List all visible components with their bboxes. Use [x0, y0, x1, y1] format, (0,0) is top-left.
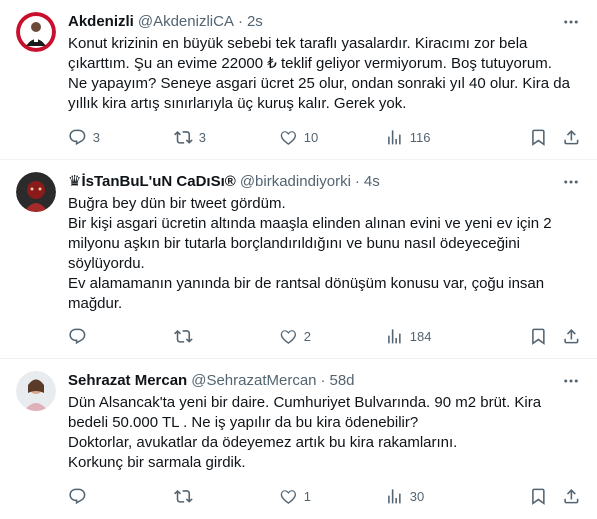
tweet-text-line: yıllık kira artış sınırlarıyla üç kuruş …	[68, 95, 407, 112]
separator-dot: ·	[354, 173, 360, 190]
user-handle[interactable]: @birkadindiyorki	[240, 172, 351, 192]
views-icon	[388, 328, 401, 344]
display-name[interactable]: Sehrazat Mercan	[68, 371, 187, 391]
tweet-actions: 3 3 10 116	[68, 127, 581, 147]
tweet-text-line: bedeli 50.000 TL . Ne iş yapılır da bu k…	[68, 414, 419, 431]
tweet[interactable]: ♛İsTanBuL'uN CaDıSı® @birkadindiyorki · …	[0, 160, 597, 359]
views-button[interactable]: 184	[385, 327, 431, 346]
bookmark-icon	[532, 328, 545, 345]
view-count: 184	[409, 328, 432, 344]
avatar[interactable]	[16, 172, 56, 212]
share-button[interactable]	[562, 128, 581, 147]
separator-dot: ·	[237, 13, 243, 30]
user-handle[interactable]: @SehrazatMercan	[191, 371, 316, 391]
tweet-text-line: milyonu aşkın bir tutarla borçlandırıldı…	[68, 235, 520, 252]
timestamp[interactable]: 4s	[364, 172, 380, 192]
retweet-button[interactable]: 3	[174, 128, 206, 147]
tweet-text-line: söylüyordu.	[68, 255, 145, 272]
reply-count: 3	[92, 129, 100, 145]
more-options-button[interactable]	[561, 172, 581, 192]
tweet-text-line: Konut krizinin en büyük sebebi tek taraf…	[68, 35, 528, 52]
like-icon	[280, 130, 296, 145]
share-icon	[564, 328, 579, 344]
share-button[interactable]	[562, 327, 581, 346]
bookmark-button[interactable]	[529, 327, 548, 346]
tweet-text-line: Buğra bey dün bir tweet gördüm.	[68, 195, 286, 212]
display-name[interactable]: Akdenizli	[68, 12, 134, 32]
tweet-text-line: mağdur.	[68, 295, 123, 312]
user-handle[interactable]: @AkdenizliCA	[138, 12, 234, 32]
retweet-button[interactable]	[174, 487, 199, 506]
tweet-text-line: Doktorlar, avukatlar da ödeyemez artık b…	[68, 434, 458, 451]
like-button[interactable]: 10	[279, 128, 318, 147]
more-icon	[564, 180, 578, 184]
share-button[interactable]	[562, 487, 581, 506]
more-icon	[564, 379, 578, 383]
tweet-header: Akdenizli @AkdenizliCA · 2s	[68, 12, 581, 32]
like-icon	[280, 489, 296, 504]
more-options-button[interactable]	[561, 12, 581, 32]
share-icon	[564, 129, 579, 145]
tweet-text-line: Dün Alsancak'ta yeni bir daire. Cumhuriy…	[68, 394, 542, 411]
views-button[interactable]: 116	[385, 128, 430, 147]
tweet-text-line: Ev alamamanın yanında bir de rantsal dön…	[68, 275, 545, 292]
share-icon	[564, 488, 579, 504]
display-name[interactable]: ♛İsTanBuL'uN CaDıSı®	[68, 172, 236, 192]
reply-icon	[69, 328, 86, 344]
tweet-feed: Akdenizli @AkdenizliCA · 2s Konut krizin…	[0, 0, 597, 519]
like-count: 1	[303, 488, 311, 504]
retweet-count: 3	[198, 129, 206, 145]
bookmark-icon	[532, 488, 545, 505]
retweet-button[interactable]	[174, 327, 199, 346]
view-count: 30	[409, 488, 425, 504]
reply-button[interactable]	[68, 327, 93, 346]
tweet-actions: 1 30	[68, 486, 581, 506]
tweet[interactable]: Akdenizli @AkdenizliCA · 2s Konut krizin…	[0, 0, 597, 160]
separator-dot: ·	[320, 372, 326, 389]
more-icon	[564, 20, 578, 24]
tweet-actions: 2 184	[68, 326, 581, 346]
like-button[interactable]: 2	[279, 327, 311, 346]
avatar[interactable]	[16, 12, 56, 52]
retweet-icon	[174, 329, 193, 343]
reply-icon	[69, 488, 86, 504]
like-button[interactable]: 1	[279, 487, 311, 506]
tweet-text: Konut krizinin en büyük sebebi tek taraf…	[68, 34, 581, 114]
bookmark-button[interactable]	[529, 128, 548, 147]
tweet[interactable]: Sehrazat Mercan @SehrazatMercan · 58d Dü…	[0, 359, 597, 519]
retweet-icon	[174, 489, 193, 503]
tweet-text-line: Ne yapayım? Seneye asgari ücret 25 olur,…	[68, 75, 570, 92]
timestamp[interactable]: 58d	[330, 371, 355, 391]
tweet-header: Sehrazat Mercan @SehrazatMercan · 58d	[68, 371, 581, 391]
reply-button[interactable]: 3	[68, 128, 100, 147]
tweet-text-line: Korkunç bir sarmala girdik.	[68, 454, 246, 471]
views-button[interactable]: 30	[385, 487, 424, 506]
tweet-text: Buğra bey dün bir tweet gördüm. Bir kişi…	[68, 194, 581, 314]
tweet-header: ♛İsTanBuL'uN CaDıSı® @birkadindiyorki · …	[68, 172, 581, 192]
like-count: 2	[303, 328, 311, 344]
like-count: 10	[303, 129, 319, 145]
view-count: 116	[409, 129, 431, 145]
like-icon	[280, 329, 296, 344]
tweet-text-line: Bir kişi asgari ücretin altında maaşla e…	[68, 215, 552, 232]
retweet-icon	[174, 130, 193, 144]
timestamp[interactable]: 2s	[247, 12, 263, 32]
bookmark-button[interactable]	[529, 487, 548, 506]
more-options-button[interactable]	[561, 371, 581, 391]
avatar[interactable]	[16, 371, 56, 411]
reply-icon	[69, 129, 86, 145]
bookmark-icon	[532, 129, 545, 146]
reply-button[interactable]	[68, 487, 93, 506]
tweet-text: Dün Alsancak'ta yeni bir daire. Cumhuriy…	[68, 393, 581, 473]
views-icon	[388, 488, 401, 504]
views-icon	[388, 129, 401, 145]
tweet-text-line: çıkarttım. Şu an evime 22000 ₺ teklif ge…	[68, 55, 552, 72]
